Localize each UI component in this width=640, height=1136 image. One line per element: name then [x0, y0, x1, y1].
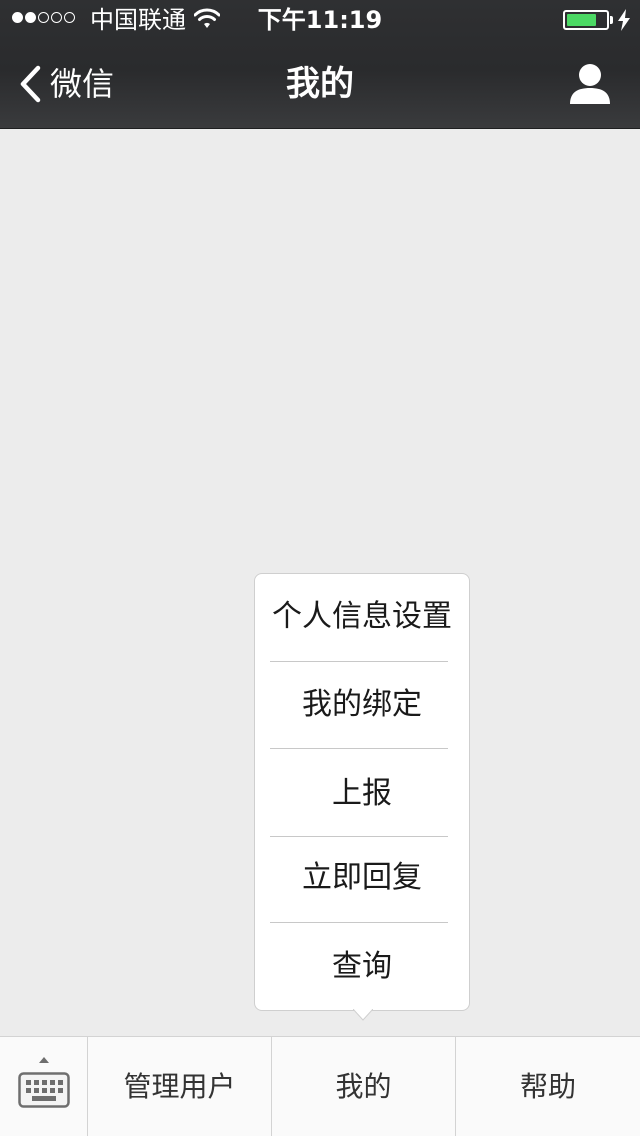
status-bar: 中国联通 下午11:19 — [0, 0, 640, 40]
bottom-menu-bar: 管理用户 我的 帮助 — [0, 1036, 640, 1136]
menu-tab-manage-users[interactable]: 管理用户 — [88, 1037, 272, 1136]
charging-icon — [618, 9, 630, 31]
page-title: 我的 — [286, 64, 354, 104]
keyboard-icon — [18, 1057, 70, 1108]
nav-bar: 微信 我的 — [0, 40, 640, 128]
battery-icon — [563, 10, 609, 30]
menu-tab-mine[interactable]: 我的 — [272, 1037, 456, 1136]
keyboard-toggle-button[interactable] — [0, 1037, 88, 1136]
menu-divider — [270, 661, 448, 662]
person-icon[interactable] — [566, 62, 614, 106]
menu-item-report[interactable]: 上报 — [255, 774, 469, 814]
battery-level — [567, 14, 596, 26]
popup-menu: 个人信息设置 我的绑定 上报 立即回复 查询 — [254, 573, 470, 1011]
battery-tip — [610, 16, 613, 24]
menu-tab-help[interactable]: 帮助 — [456, 1037, 640, 1136]
popup-pointer — [353, 1009, 373, 1021]
status-time: 下午11:19 — [257, 6, 383, 34]
menu-item-query[interactable]: 查询 — [255, 947, 469, 987]
menu-item-my-bindings[interactable]: 我的绑定 — [255, 685, 469, 725]
menu-divider — [270, 748, 448, 749]
menu-divider — [270, 836, 448, 837]
menu-item-reply-now[interactable]: 立即回复 — [255, 858, 469, 898]
header: 中国联通 下午11:19 微信 我的 — [0, 0, 640, 129]
menu-divider — [270, 922, 448, 923]
menu-item-personal-settings[interactable]: 个人信息设置 — [255, 597, 469, 637]
